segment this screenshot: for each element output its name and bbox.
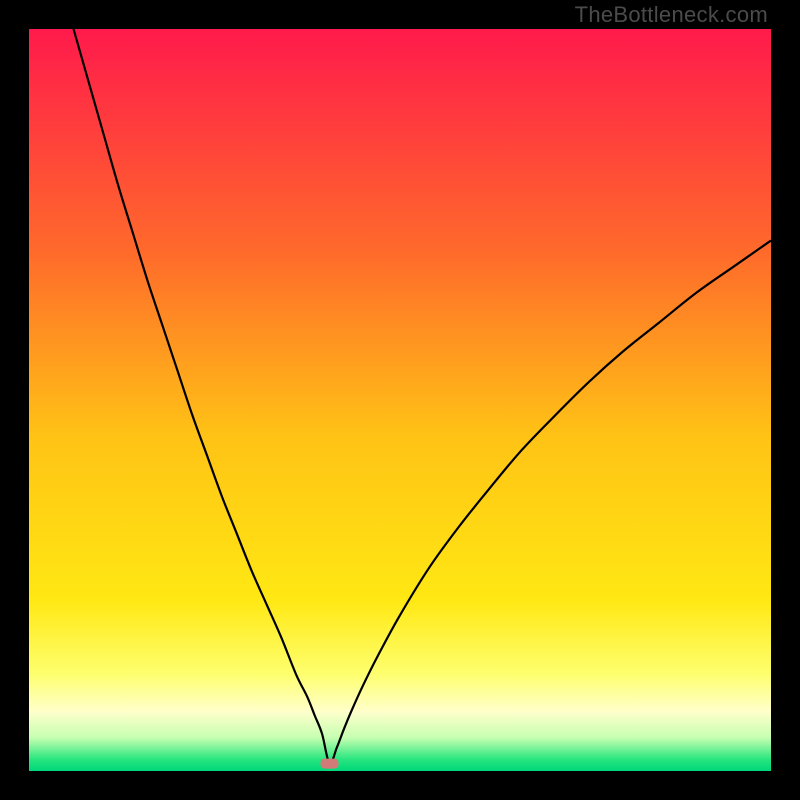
- watermark-text: TheBottleneck.com: [575, 2, 768, 28]
- chart-svg: [29, 29, 771, 771]
- gradient-background: [29, 29, 771, 771]
- plot-area: [29, 29, 771, 771]
- optimum-marker: [321, 759, 339, 769]
- chart-frame: TheBottleneck.com: [0, 0, 800, 800]
